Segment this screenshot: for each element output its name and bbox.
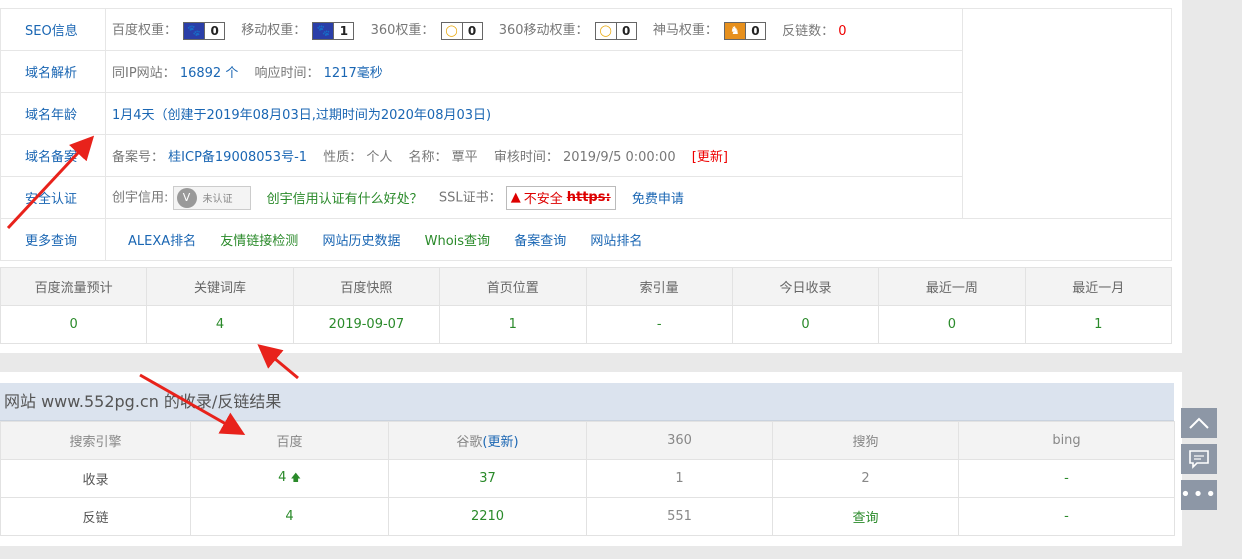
stats-header: 最近一周 bbox=[878, 267, 1026, 306]
results-panel: 网站 www.552pg.cn 的收录/反链结果 搜索引擎 百度 谷歌(更新) … bbox=[0, 372, 1182, 546]
history-data-link[interactable]: 网站历史数据 bbox=[322, 230, 400, 249]
mobile-weight-badge[interactable]: 🐾 1 bbox=[312, 21, 355, 40]
stats-header: 索引量 bbox=[585, 267, 733, 306]
stats-header: 今日收录 bbox=[731, 267, 880, 306]
seo-panel: SEO信息 百度权重： 🐾 0 移动权重： 🐾 1 360权重： ◯ 0 360… bbox=[0, 0, 1182, 353]
domain-age-text: 1月4天（创建于2019年08月03日,过期时间为2020年08月03日) bbox=[105, 92, 963, 135]
stats-value[interactable]: 1 bbox=[1024, 305, 1173, 344]
stats-table: 百度流量预计 关键词库 百度快照 首页位置 索引量 今日收录 最近一周 最近一月… bbox=[0, 267, 1173, 344]
verified-icon: V bbox=[176, 187, 197, 208]
whois-link[interactable]: Whois查询 bbox=[425, 230, 490, 249]
results-header: 谷歌(更新) bbox=[388, 421, 587, 460]
stats-header: 最近一月 bbox=[1024, 267, 1173, 306]
unauthenticated-badge[interactable]: V 未认证 bbox=[172, 185, 251, 210]
seo-info-table: SEO信息 百度权重： 🐾 0 移动权重： 🐾 1 360权重： ◯ 0 360… bbox=[0, 8, 1172, 261]
360-weight-badge[interactable]: ◯ 0 bbox=[440, 21, 483, 40]
up-arrow-icon: 🡅 bbox=[290, 472, 301, 484]
row-label: 收录 bbox=[0, 459, 191, 498]
baidu-weight-badge[interactable]: 🐾 0 bbox=[183, 21, 226, 40]
icp-update-link[interactable]: [更新] bbox=[692, 146, 728, 165]
row-more: 更多查询 ALEXA排名 友情链接检测 网站历史数据 Whois查询 备案查询 … bbox=[0, 218, 1172, 261]
results-header: 360 bbox=[586, 421, 773, 460]
free-apply-link[interactable]: 免费申请 bbox=[632, 188, 684, 207]
results-header: 搜索引擎 bbox=[0, 421, 191, 460]
icp-number-link[interactable]: 桂ICP备19008053号-1 bbox=[168, 150, 307, 165]
comment-icon bbox=[1189, 450, 1209, 469]
feedback-button[interactable] bbox=[1181, 444, 1217, 474]
row-label: 反链 bbox=[0, 497, 191, 536]
360-mobile-weight: 360移动权重： ◯ 0 bbox=[499, 19, 637, 40]
response-time: 1217毫秒 bbox=[323, 66, 383, 81]
stats-value[interactable]: 4 bbox=[146, 305, 294, 344]
results-title: 网站 www.552pg.cn 的收录/反链结果 bbox=[0, 383, 1174, 421]
site-rank-link[interactable]: 网站排名 bbox=[590, 230, 642, 249]
google-update-link[interactable]: (更新) bbox=[482, 435, 518, 450]
paw-icon: 🐾 bbox=[184, 22, 205, 39]
credit-benefit-link[interactable]: 创宇信用认证有什么好处？ bbox=[267, 188, 423, 207]
stats-value[interactable]: 2019-09-07 bbox=[292, 305, 441, 344]
mobile-weight: 移动权重： 🐾 1 bbox=[241, 19, 355, 40]
label-age: 域名年龄 bbox=[0, 92, 106, 135]
results-header: 百度 bbox=[190, 421, 389, 460]
friend-link-check-link[interactable]: 友情链接检测 bbox=[220, 230, 298, 249]
table-row: 反链 4 2210 551 查询 - bbox=[0, 497, 1175, 536]
icp-query-link[interactable]: 备案查询 bbox=[514, 230, 566, 249]
back-to-top-button[interactable] bbox=[1181, 408, 1217, 438]
360-weight: 360权重： ◯ 0 bbox=[371, 19, 483, 40]
stats-value[interactable]: 0 bbox=[731, 305, 880, 344]
stats-value[interactable]: 0 bbox=[878, 305, 1026, 344]
results-header: 搜狗 bbox=[772, 421, 959, 460]
stats-value[interactable]: 0 bbox=[0, 305, 148, 344]
stats-value: - bbox=[585, 305, 733, 344]
label-seo: SEO信息 bbox=[0, 8, 106, 51]
stats-value[interactable]: 1 bbox=[439, 305, 587, 344]
more-links: ALEXA排名 友情链接检测 网站历史数据 Whois查询 备案查询 网站排名 bbox=[105, 218, 1172, 261]
ssl-status-badge[interactable]: ▲ 不安全 https: bbox=[505, 185, 616, 210]
more-icon: ••• bbox=[1180, 484, 1218, 505]
sogou-query-link[interactable]: 查询 bbox=[772, 497, 959, 536]
baidu-weight: 百度权重： 🐾 0 bbox=[112, 19, 226, 40]
results-header: bing bbox=[958, 421, 1175, 460]
stats-header: 首页位置 bbox=[439, 267, 587, 306]
shenma-icon: ♞ bbox=[724, 22, 745, 39]
backlink-count: 反链数： 0 bbox=[782, 24, 847, 39]
label-icp: 域名备案 bbox=[0, 134, 106, 177]
360-icon: ◯ bbox=[595, 22, 616, 39]
results-table: 搜索引擎 百度 谷歌(更新) 360 搜狗 bing 收录 4 🡅 37 1 2… bbox=[0, 421, 1175, 536]
stats-header: 关键词库 bbox=[146, 267, 294, 306]
label-resolve: 域名解析 bbox=[0, 50, 106, 93]
360-icon: ◯ bbox=[441, 22, 462, 39]
more-button[interactable]: ••• bbox=[1180, 480, 1218, 510]
label-more: 更多查询 bbox=[0, 218, 106, 261]
warning-icon: ▲ bbox=[510, 190, 521, 205]
same-ip-link[interactable]: 16892 个 bbox=[180, 66, 239, 81]
chevron-up-icon bbox=[1189, 417, 1209, 429]
paw-icon: 🐾 bbox=[313, 22, 334, 39]
360-mobile-weight-badge[interactable]: ◯ 0 bbox=[594, 21, 637, 40]
row-seo: SEO信息 百度权重： 🐾 0 移动权重： 🐾 1 360权重： ◯ 0 360… bbox=[0, 8, 1172, 219]
stats-header: 百度快照 bbox=[292, 267, 441, 306]
label-security: 安全认证 bbox=[0, 176, 106, 219]
table-row: 收录 4 🡅 37 1 2 - bbox=[0, 459, 1175, 498]
shenma-weight: 神马权重： ♞ 0 bbox=[653, 19, 766, 40]
stats-header: 百度流量预计 bbox=[0, 267, 148, 306]
alexa-rank-link[interactable]: ALEXA排名 bbox=[128, 230, 196, 249]
shenma-weight-badge[interactable]: ♞ 0 bbox=[723, 21, 766, 40]
